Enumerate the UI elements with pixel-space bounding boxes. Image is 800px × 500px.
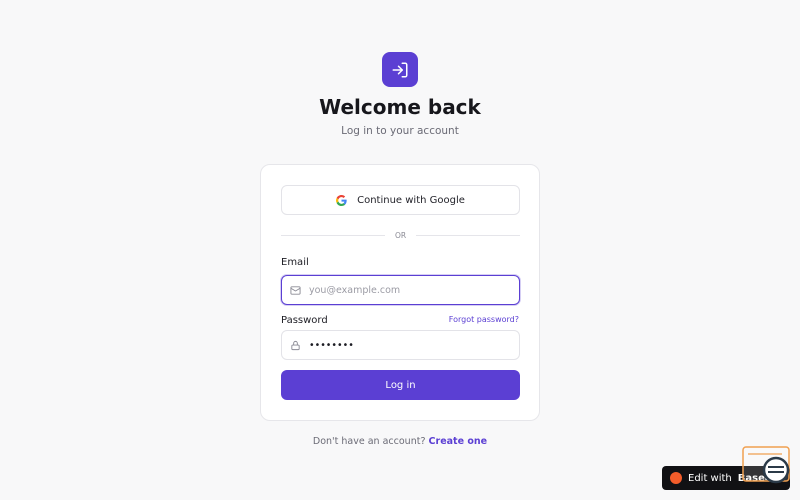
google-signin-label: Continue with Google [357, 194, 465, 206]
email-field-wrapper[interactable] [281, 275, 520, 305]
signup-prompt-text: Don't have an account? [312, 436, 426, 447]
signup-prompt: Don't have an account? Create one [0, 436, 800, 447]
email-input[interactable] [309, 284, 509, 296]
create-account-link[interactable]: Create one [429, 436, 488, 447]
mail-icon [290, 285, 301, 295]
forgot-password-link[interactable]: Forgot password? [449, 315, 519, 324]
login-page: Welcome back Log in to your account Cont… [0, 0, 800, 500]
lock-icon [291, 340, 300, 350]
page-title: Welcome back [319, 95, 481, 119]
divider-label: OR [394, 230, 407, 240]
login-card: Continue with Google OR Email Password F… [260, 164, 540, 421]
password-input[interactable] [309, 339, 509, 351]
google-icon [336, 194, 347, 206]
password-label: Password [281, 315, 328, 326]
divider-line-left [281, 234, 385, 236]
email-label: Email [281, 257, 309, 268]
divider-line-right [416, 234, 520, 236]
login-button[interactable]: Log in [281, 370, 520, 400]
password-field-wrapper[interactable] [281, 330, 520, 360]
google-signin-button[interactable]: Continue with Google [281, 185, 520, 215]
login-arrow-icon [392, 62, 408, 77]
badge-prefix: Edit with [688, 472, 732, 484]
brand-dot-icon [670, 472, 682, 484]
app-logo [382, 52, 418, 87]
chat-widget-icon[interactable] [742, 446, 790, 486]
or-divider: OR [281, 230, 520, 240]
page-subtitle: Log in to your account [341, 125, 459, 137]
